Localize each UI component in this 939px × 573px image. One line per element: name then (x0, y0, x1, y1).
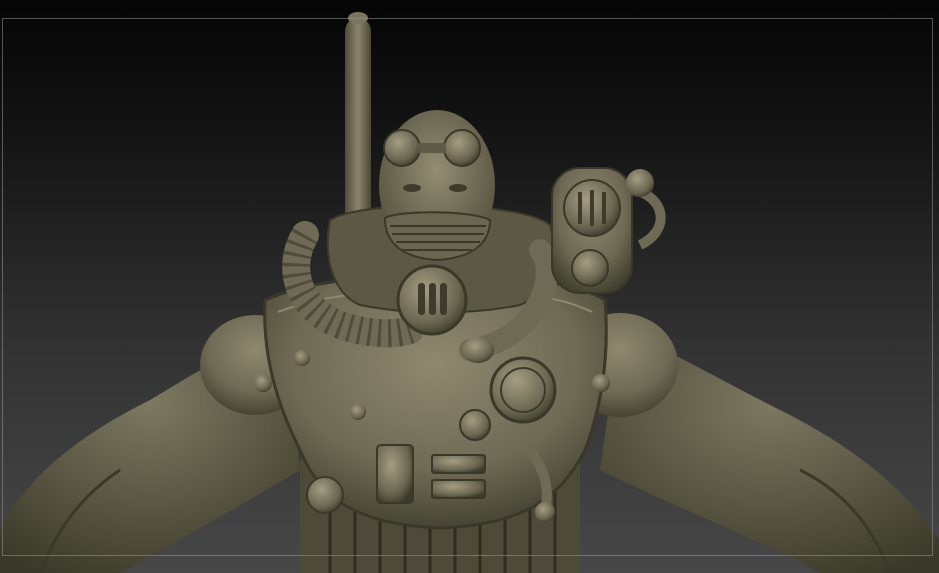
backpack-tank (551, 167, 666, 294)
3d-viewport[interactable] (0, 0, 939, 573)
head (379, 110, 495, 262)
sculpt-model[interactable] (0, 0, 939, 573)
neck-valve (396, 264, 468, 336)
